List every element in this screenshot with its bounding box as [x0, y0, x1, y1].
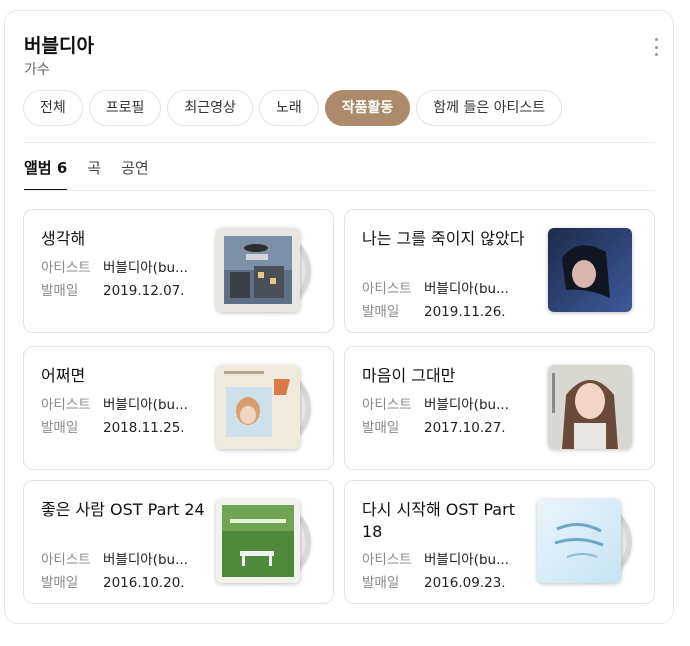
release-label: 발매일 — [362, 420, 400, 436]
tab-concert[interactable]: 공연 — [121, 157, 149, 190]
artist-label: 아티스트 — [41, 397, 91, 413]
release-label: 발매일 — [41, 283, 79, 299]
album-artist-row: 아티스트 버블디아(bu... — [362, 393, 509, 413]
album-date: 2018.11.25. — [103, 420, 185, 436]
album-artist: 버블디아(bu... — [103, 260, 188, 276]
album-title: 좋은 사람 OST Part 24 — [41, 500, 205, 519]
album-cover — [548, 365, 632, 449]
chip-recent-video[interactable]: 최근영상 — [167, 90, 253, 126]
more-options-icon[interactable] — [653, 38, 659, 56]
release-label: 발매일 — [362, 304, 400, 320]
artist-label: 아티스트 — [362, 281, 412, 297]
album-artist-row: 아티스트 버블디아(bu... — [41, 548, 188, 568]
album-cover — [537, 499, 621, 583]
album-date: 2017.10.27. — [424, 420, 506, 436]
album-title: 생각해 — [41, 229, 86, 248]
tab-album-label: 앨범 — [24, 159, 52, 177]
album-cover — [216, 499, 300, 583]
album-artist-row: 아티스트 버블디아(bu... — [41, 393, 188, 413]
album-release-row: 발매일 2018.11.25. — [41, 416, 185, 436]
album-date: 2016.09.23. — [424, 575, 506, 591]
album-card[interactable]: 다시 시작해 OST Part 18 아티스트 버블디아(bu... 발매일 201… — [344, 480, 655, 604]
artist-label: 아티스트 — [362, 397, 412, 413]
album-title: 나는 그를 죽이지 않았다 — [362, 229, 525, 248]
album-card[interactable]: 어쩌면 아티스트 버블디아(bu... 발매일 2018.11.25. — [23, 346, 334, 470]
album-artist: 버블디아(bu... — [424, 397, 509, 413]
album-release-row: 발매일 2016.10.20. — [41, 571, 185, 591]
album-card[interactable]: 나는 그를 죽이지 않았다 아티스트 버블디아(bu... 발매일 2019.11.… — [344, 209, 655, 333]
chip-songs[interactable]: 노래 — [258, 90, 319, 126]
tab-album-count: 6 — [56, 159, 68, 177]
album-cover-wrap — [216, 228, 311, 314]
chip-related-artists[interactable]: 함께 들은 아티스트 — [416, 90, 563, 126]
album-cover — [216, 228, 300, 312]
album-artist-row: 아티스트 버블디아(bu... — [41, 256, 188, 276]
album-cover — [548, 228, 632, 312]
album-artist: 버블디아(bu... — [103, 397, 188, 413]
album-release-row: 발매일 2016.09.23. — [362, 571, 506, 591]
tabs-divider — [23, 190, 655, 191]
artist-role: 가수 — [24, 62, 50, 78]
album-release-row: 발매일 2019.11.26. — [362, 300, 506, 320]
category-chips: 전체 프로필 최근영상 노래 작품활동 함께 들은 아티스트 — [23, 90, 563, 126]
album-cover-wrap — [216, 365, 311, 451]
album-title: 다시 시작해 OST Part 18 — [362, 500, 515, 541]
album-cover-wrap — [537, 499, 632, 585]
album-title: 어쩌면 — [41, 366, 86, 385]
album-card[interactable]: 생각해 아티스트 버블디아(bu... 발매일 2019.12.07. — [23, 209, 334, 333]
album-cover-wrap — [537, 228, 632, 314]
album-cover — [216, 365, 300, 449]
album-artist: 버블디아(bu... — [103, 552, 188, 568]
artist-label: 아티스트 — [41, 552, 91, 568]
album-cover-wrap — [537, 365, 632, 451]
album-release-row: 발매일 2017.10.27. — [362, 416, 506, 436]
chip-works[interactable]: 작품활동 — [324, 90, 411, 126]
release-label: 발매일 — [362, 575, 400, 591]
album-artist-row: 아티스트 버블디아(bu... — [362, 548, 509, 568]
artist-label: 아티스트 — [362, 552, 412, 568]
album-date: 2016.10.20. — [103, 575, 185, 591]
release-label: 발매일 — [41, 420, 79, 436]
tab-song[interactable]: 곡 — [87, 157, 101, 190]
album-release-row: 발매일 2019.12.07. — [41, 279, 185, 299]
album-artist: 버블디아(bu... — [424, 281, 509, 297]
album-card[interactable]: 좋은 사람 OST Part 24 아티스트 버블디아(bu... 발매일 2016… — [23, 480, 334, 604]
release-label: 발매일 — [41, 575, 79, 591]
album-artist: 버블디아(bu... — [424, 552, 509, 568]
album-date: 2019.11.26. — [424, 304, 506, 320]
divider — [23, 142, 655, 143]
album-card[interactable]: 마음이 그대만 아티스트 버블디아(bu... 발매일 2017.10.27. — [344, 346, 655, 470]
works-tabs: 앨범 6 곡 공연 — [24, 157, 149, 191]
album-cover-wrap — [216, 499, 311, 585]
tab-album[interactable]: 앨범 6 — [24, 157, 68, 191]
album-title: 마음이 그대만 — [362, 366, 456, 385]
chip-profile[interactable]: 프로필 — [88, 90, 162, 126]
chip-all[interactable]: 전체 — [23, 90, 83, 126]
album-artist-row: 아티스트 버블디아(bu... — [362, 277, 509, 297]
artist-card: 버블디아 가수 전체 프로필 최근영상 노래 작품활동 함께 들은 아티스트 앨… — [4, 10, 674, 624]
artist-name[interactable]: 버블디아 — [24, 31, 94, 58]
artist-label: 아티스트 — [41, 260, 91, 276]
album-date: 2019.12.07. — [103, 283, 185, 299]
